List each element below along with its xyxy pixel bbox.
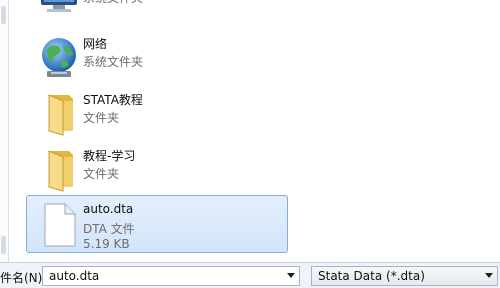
- list-item-auto-dta[interactable]: auto.dta DTA 文件 5.19 KB: [26, 195, 288, 253]
- list-item-tutorial-study-folder[interactable]: 教程-学习 文件夹: [26, 140, 288, 196]
- folder-icon: [48, 150, 73, 192]
- item-size: 5.19 KB: [83, 237, 130, 251]
- chevron-down-icon[interactable]: [485, 273, 493, 278]
- item-type: 系统文件夹: [83, 0, 143, 6]
- item-name: auto.dta: [83, 202, 134, 216]
- system-folder-icon: [41, 0, 77, 12]
- nav-scrollbar-thumb[interactable]: [1, 236, 6, 254]
- item-type: 系统文件夹: [83, 55, 144, 69]
- list-item-network[interactable]: 网络 系统文件夹: [26, 28, 288, 84]
- document-icon: [44, 203, 76, 247]
- folder-icon: [48, 94, 73, 136]
- item-type: DTA 文件: [83, 222, 135, 236]
- chevron-down-icon[interactable]: [287, 273, 295, 278]
- item-type: 文件夹: [83, 111, 120, 125]
- item-name: STATA教程: [83, 93, 143, 107]
- file-list: 系统文件夹 网络 系统文件夹 STATA教程: [14, 0, 500, 262]
- filetype-value: Stata Data (*.dta): [318, 269, 425, 283]
- filename-value: auto.dta: [49, 269, 100, 283]
- network-globe-icon: [42, 38, 76, 77]
- navigation-pane-edge: [0, 0, 9, 262]
- filename-label: 件名(N):: [0, 271, 47, 285]
- item-type: 文件夹: [83, 167, 120, 181]
- list-item-system-folder[interactable]: 系统文件夹: [26, 0, 288, 20]
- filetype-dropdown[interactable]: Stata Data (*.dta): [311, 266, 498, 286]
- filename-combobox[interactable]: auto.dta: [42, 266, 300, 286]
- list-item-stata-tutorial-folder[interactable]: STATA教程 文件夹: [26, 84, 288, 140]
- item-name: 教程-学习: [83, 149, 136, 163]
- nav-scrollbar-thumb[interactable]: [1, 6, 6, 24]
- filename-row: 件名(N): auto.dta Stata Data (*.dta): [0, 262, 500, 288]
- item-name: 网络: [83, 37, 108, 51]
